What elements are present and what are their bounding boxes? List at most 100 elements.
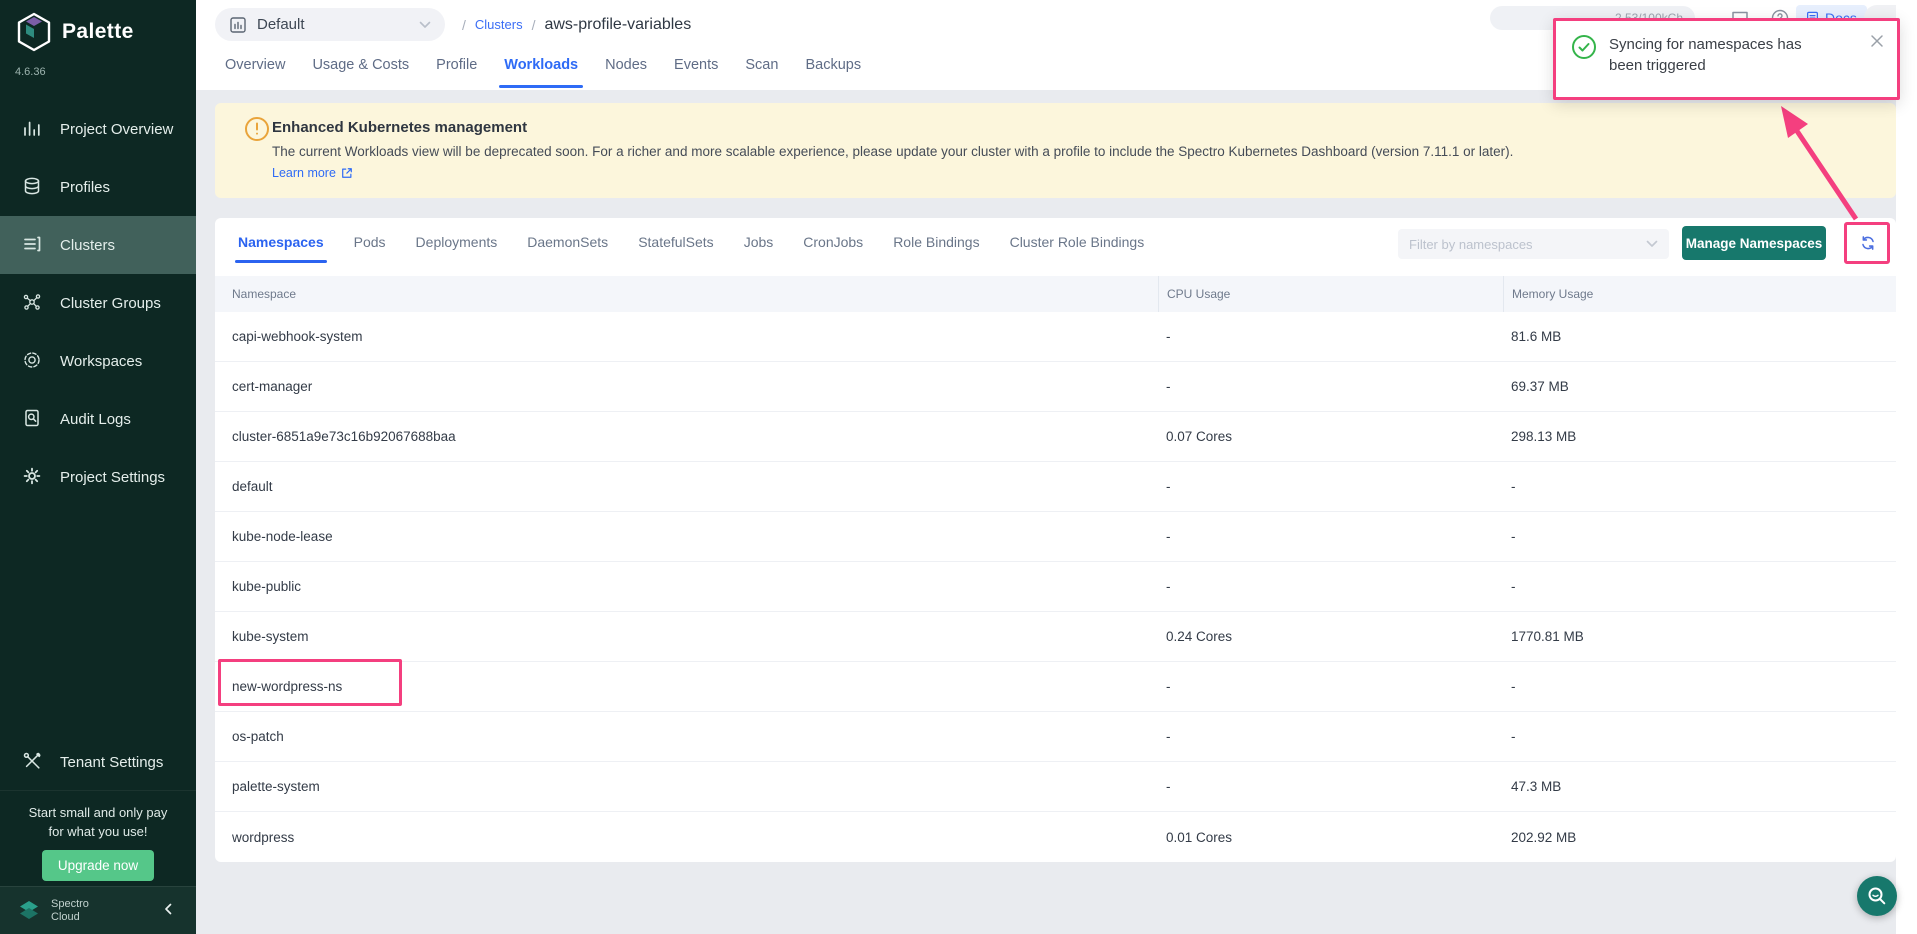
sidebar: Palette 4.6.36 Project Overview Profiles C… bbox=[0, 0, 196, 934]
namespace-cell: new-wordpress-ns bbox=[215, 662, 1158, 711]
bar-chart-icon bbox=[22, 118, 44, 140]
sidebar-nav: Project Overview Profiles Clusters Cluster … bbox=[0, 100, 196, 506]
sidebar-item-cluster-groups[interactable]: Cluster Groups bbox=[0, 274, 196, 332]
subtab-statefulsets[interactable]: StatefulSets bbox=[638, 222, 714, 262]
tab-profile[interactable]: Profile bbox=[436, 40, 477, 90]
app-window: Palette 4.6.36 Project Overview Profiles C… bbox=[0, 0, 1917, 934]
tab-events[interactable]: Events bbox=[674, 40, 718, 90]
sidebar-item-label: Tenant Settings bbox=[60, 754, 163, 771]
close-icon[interactable] bbox=[1870, 34, 1885, 49]
cpu-cell: 0.01 Cores bbox=[1158, 812, 1503, 862]
table-row: kube-system0.24 Cores1770.81 MB bbox=[215, 612, 1896, 662]
manage-namespaces-button[interactable]: Manage Namespaces bbox=[1682, 226, 1826, 260]
banner-title: Enhanced Kubernetes management bbox=[272, 119, 527, 136]
sidebar-item-audit-logs[interactable]: Audit Logs bbox=[0, 390, 196, 448]
tab-scan[interactable]: Scan bbox=[745, 40, 778, 90]
scrollbar-track[interactable] bbox=[1896, 0, 1917, 934]
namespace-cell: capi-webhook-system bbox=[215, 312, 1158, 361]
banner-body: The current Workloads view will be depre… bbox=[272, 144, 1513, 159]
refresh-button[interactable] bbox=[1852, 228, 1884, 258]
memory-cell: - bbox=[1503, 512, 1896, 561]
cpu-cell: - bbox=[1158, 562, 1503, 611]
toast-notification: Syncing for namespaces has been triggere… bbox=[1553, 18, 1900, 100]
namespace-cell: palette-system bbox=[215, 762, 1158, 811]
filter-placeholder: Filter by namespaces bbox=[1409, 237, 1533, 252]
sidebar-item-label: Profiles bbox=[60, 179, 110, 196]
subtab-pods[interactable]: Pods bbox=[354, 222, 386, 262]
project-selector-value: Default bbox=[257, 16, 305, 33]
cpu-cell: - bbox=[1158, 762, 1503, 811]
app-title: Palette bbox=[62, 20, 134, 44]
table-row: cert-manager-69.37 MB bbox=[215, 362, 1896, 412]
tab-nodes[interactable]: Nodes bbox=[605, 40, 647, 90]
floating-search-button[interactable] bbox=[1857, 876, 1897, 916]
subtab-cronjobs[interactable]: CronJobs bbox=[803, 222, 863, 262]
breadcrumb-current: aws-profile-variables bbox=[544, 16, 691, 34]
spectro-cloud-logo-icon bbox=[16, 898, 42, 924]
sidebar-item-project-overview[interactable]: Project Overview bbox=[0, 100, 196, 158]
memory-cell: - bbox=[1503, 462, 1896, 511]
servers-icon bbox=[22, 234, 44, 256]
subtab-jobs[interactable]: Jobs bbox=[744, 222, 774, 262]
memory-cell: 298.13 MB bbox=[1503, 412, 1896, 461]
namespace-filter-select[interactable]: Filter by namespaces bbox=[1398, 229, 1669, 259]
tab-backups[interactable]: Backups bbox=[805, 40, 861, 90]
learn-more-link[interactable]: Learn more bbox=[272, 166, 353, 180]
breadcrumb-link-clusters[interactable]: Clusters bbox=[475, 17, 523, 32]
subtab-cluster-role-bindings[interactable]: Cluster Role Bindings bbox=[1010, 222, 1145, 262]
memory-cell: 81.6 MB bbox=[1503, 312, 1896, 361]
subtab-deployments[interactable]: Deployments bbox=[416, 222, 498, 262]
app-version: 4.6.36 bbox=[15, 66, 46, 78]
upgrade-promo: Start small and only pay for what you us… bbox=[0, 790, 196, 881]
column-header-cpu-usage: CPU Usage bbox=[1158, 276, 1503, 312]
namespace-cell: os-patch bbox=[215, 712, 1158, 761]
chevron-down-icon bbox=[1646, 240, 1658, 248]
cpu-cell: - bbox=[1158, 462, 1503, 511]
workloads-card: Namespaces Pods Deployments DaemonSets State… bbox=[215, 218, 1896, 862]
cpu-cell: - bbox=[1158, 662, 1503, 711]
brand-name: Spectro Cloud bbox=[51, 898, 89, 924]
table-row: kube-node-lease-- bbox=[215, 512, 1896, 562]
sidebar-item-project-settings[interactable]: Project Settings bbox=[0, 448, 196, 506]
palette-logo-icon bbox=[16, 12, 52, 52]
table-row: new-wordpress-ns-- bbox=[215, 662, 1896, 712]
table-row: capi-webhook-system-81.6 MB bbox=[215, 312, 1896, 362]
sidebar-footer-nav: Tenant Settings bbox=[0, 733, 196, 791]
namespaces-table: capi-webhook-system-81.6 MBcert-manager-… bbox=[215, 312, 1896, 862]
table-row: kube-public-- bbox=[215, 562, 1896, 612]
cluster-tabs: Overview Usage & Costs Profile Workloads Nod… bbox=[225, 40, 861, 90]
cpu-cell: - bbox=[1158, 512, 1503, 561]
subtab-namespaces[interactable]: Namespaces bbox=[238, 222, 324, 262]
subtab-role-bindings[interactable]: Role Bindings bbox=[893, 222, 979, 262]
memory-cell: 202.92 MB bbox=[1503, 812, 1896, 862]
memory-cell: 69.37 MB bbox=[1503, 362, 1896, 411]
upgrade-now-button[interactable]: Upgrade now bbox=[42, 850, 154, 881]
sidebar-item-profiles[interactable]: Profiles bbox=[0, 158, 196, 216]
tab-overview[interactable]: Overview bbox=[225, 40, 285, 90]
subtab-daemonsets[interactable]: DaemonSets bbox=[527, 222, 608, 262]
tab-usage-costs[interactable]: Usage & Costs bbox=[312, 40, 409, 90]
sidebar-item-tenant-settings[interactable]: Tenant Settings bbox=[0, 733, 196, 791]
column-header-memory-usage: Memory Usage bbox=[1503, 276, 1896, 312]
network-icon bbox=[22, 292, 44, 314]
sidebar-item-clusters[interactable]: Clusters bbox=[0, 216, 196, 274]
namespace-cell: cert-manager bbox=[215, 362, 1158, 411]
project-selector[interactable]: Default bbox=[215, 8, 445, 41]
refresh-icon bbox=[1859, 234, 1877, 252]
deprecation-banner: Enhanced Kubernetes management The curre… bbox=[215, 103, 1896, 198]
mini-chart-icon bbox=[229, 16, 247, 34]
promo-line-1: Start small and only pay bbox=[0, 803, 196, 822]
table-row: default-- bbox=[215, 462, 1896, 512]
brand-bar: Spectro Cloud bbox=[0, 886, 196, 934]
sidebar-item-label: Workspaces bbox=[60, 353, 142, 370]
collapse-sidebar-icon[interactable] bbox=[164, 903, 180, 919]
memory-cell: - bbox=[1503, 662, 1896, 711]
namespace-cell: kube-public bbox=[215, 562, 1158, 611]
external-link-icon bbox=[341, 167, 353, 179]
tab-workloads[interactable]: Workloads bbox=[504, 40, 578, 90]
success-check-icon bbox=[1571, 34, 1597, 60]
sidebar-item-label: Clusters bbox=[60, 237, 115, 254]
sidebar-item-workspaces[interactable]: Workspaces bbox=[0, 332, 196, 390]
gear-icon bbox=[22, 466, 44, 488]
promo-line-2: for what you use! bbox=[0, 822, 196, 841]
